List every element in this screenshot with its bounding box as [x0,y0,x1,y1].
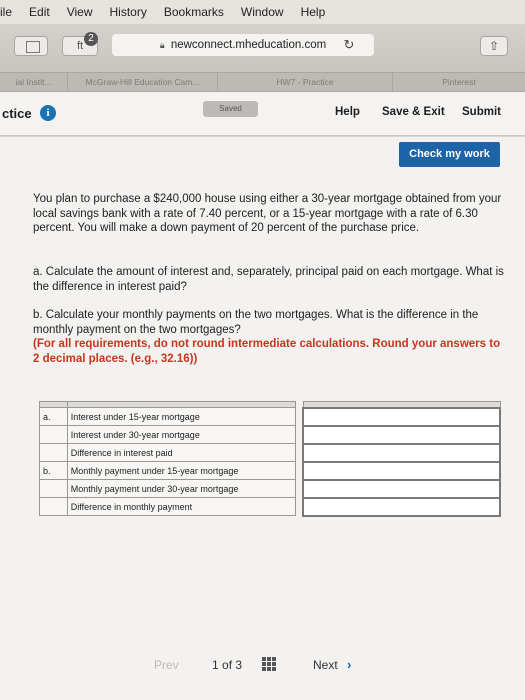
part-a-prompt: a. Calculate the amount of interest and,… [33,266,504,293]
next-button[interactable]: Next [313,658,338,672]
row-description: Monthly payment under 15-year mortgage [66,461,297,480]
tab-hw7-practice[interactable]: HW7 - Practice [218,73,393,92]
tab-mcgraw-hill[interactable]: McGraw-Hill Education Cam... [68,73,218,92]
row-label [39,443,68,462]
answer-table: a. Interest under 15-year mortgage Inter… [39,401,501,517]
page-indicator: 1 of 3 [212,658,242,672]
row-description: Interest under 15-year mortgage [66,407,297,426]
payment-difference-input[interactable] [305,499,498,514]
chevron-right-icon: › [347,657,352,672]
of-label: of [222,658,233,672]
menu-view[interactable]: View [67,5,93,19]
row-label [39,425,68,444]
share-icon[interactable]: ⇧ [480,36,508,56]
menu-help[interactable]: Help [301,5,326,19]
assignment-header: ctice i Saved Help Save & Exit Submit [0,92,525,136]
menu-bar: ile Edit View History Bookmarks Window H… [0,0,525,24]
menu-file[interactable]: ile [0,5,12,19]
prev-button[interactable]: Prev [154,658,179,672]
rounding-instruction: (For all requirements, do not round inte… [33,338,501,365]
table-row: a. Interest under 15-year mortgage [39,406,501,427]
question-panel: Check my work You plan to purchase a $24… [0,137,525,700]
extension-badge: 2 [84,32,98,46]
part-b-prompt: b. Calculate your monthly payments on th… [33,309,479,336]
total-pages: 3 [235,658,243,672]
row-label [39,479,68,498]
check-my-work-button[interactable]: Check my work [399,142,500,167]
tab-bar: ial Instit... McGraw-Hill Education Cam.… [0,72,525,92]
row-description: Difference in interest paid [66,443,297,462]
row-label: a. [39,407,68,426]
submit-button[interactable]: Submit [462,106,501,118]
lock-icon: 🔒︎ [159,40,165,50]
info-icon[interactable]: i [40,105,56,121]
table-row: Monthly payment under 30-year mortgage [39,478,501,499]
help-button[interactable]: Help [335,106,360,118]
menu-bookmarks[interactable]: Bookmarks [164,5,224,19]
table-row: b. Monthly payment under 15-year mortgag… [39,460,501,481]
menu-window[interactable]: Window [241,5,284,19]
saved-status-badge: Saved [203,101,258,117]
page-title: ctice [2,106,32,121]
interest-30yr-input[interactable] [305,427,498,442]
save-exit-button[interactable]: Save & Exit [382,106,445,118]
question-pager: Prev 1 of 3 Next › [0,654,525,678]
row-label [39,497,68,516]
table-row: Difference in monthly payment [39,496,501,517]
current-page: 1 [212,658,219,672]
reload-icon[interactable]: ↻ [334,34,364,56]
menu-edit[interactable]: Edit [29,5,50,19]
tab-pinterest[interactable]: Pinterest [393,73,525,92]
sidebar-toggle-button[interactable] [14,36,48,56]
row-description: Monthly payment under 30-year mortgage [66,479,297,498]
table-row: Difference in interest paid [39,442,501,463]
payment-15yr-input[interactable] [305,463,498,478]
menu-history[interactable]: History [110,5,147,19]
payment-30yr-input[interactable] [305,481,498,496]
problem-statement: You plan to purchase a $240,000 house us… [33,193,502,234]
browser-toolbar: ft 2 🔒︎ newconnect.mheducation.com ↻ ⇧ [0,24,525,72]
row-description: Interest under 30-year mortgage [66,425,297,444]
table-row: Interest under 30-year mortgage [39,424,501,445]
url-text: newconnect.mheducation.com [170,39,327,51]
row-description: Difference in monthly payment [66,497,297,516]
interest-15yr-input[interactable] [305,409,498,424]
row-label: b. [39,461,68,480]
question-grid-icon[interactable] [262,657,276,671]
interest-difference-input[interactable] [305,445,498,460]
tab-institute[interactable]: ial Instit... [0,73,68,92]
